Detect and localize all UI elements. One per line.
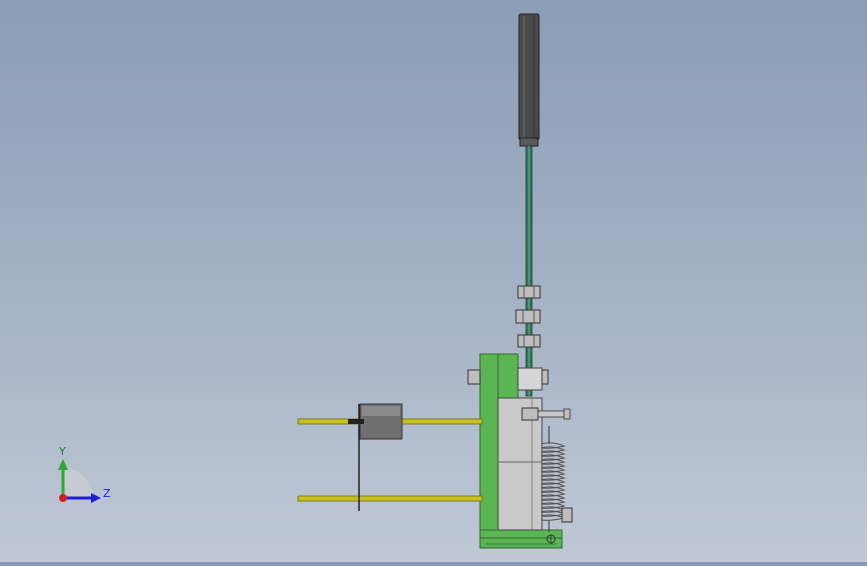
z-axis-arrow [91, 493, 101, 503]
shaft-nuts [515, 285, 541, 348]
frame-left-plate [479, 353, 499, 533]
center-block-cap [517, 367, 543, 391]
slider-block[interactable] [348, 403, 403, 511]
model-canvas[interactable]: Y Z [0, 0, 867, 562]
hex-nut [517, 285, 541, 299]
y-axis-arrow [58, 459, 68, 470]
z-axis-label: Z [103, 487, 111, 500]
guide-rod-lower [297, 495, 483, 502]
lever-handle-grip [518, 13, 540, 141]
frame-upper-plate [497, 353, 519, 399]
x-axis-origin [59, 494, 67, 502]
hex-nut [515, 309, 541, 324]
y-axis-label: Y [58, 445, 66, 458]
cad-viewport[interactable]: Y Z [0, 0, 867, 562]
coordinate-triad: Y Z [58, 445, 111, 503]
frame-base-plate [479, 529, 563, 549]
triad-plane-shading [63, 468, 93, 498]
tension-spring[interactable] [540, 426, 566, 532]
hex-nut [517, 334, 541, 348]
lever-handle-collar [519, 137, 539, 147]
side-bolt [521, 407, 571, 421]
